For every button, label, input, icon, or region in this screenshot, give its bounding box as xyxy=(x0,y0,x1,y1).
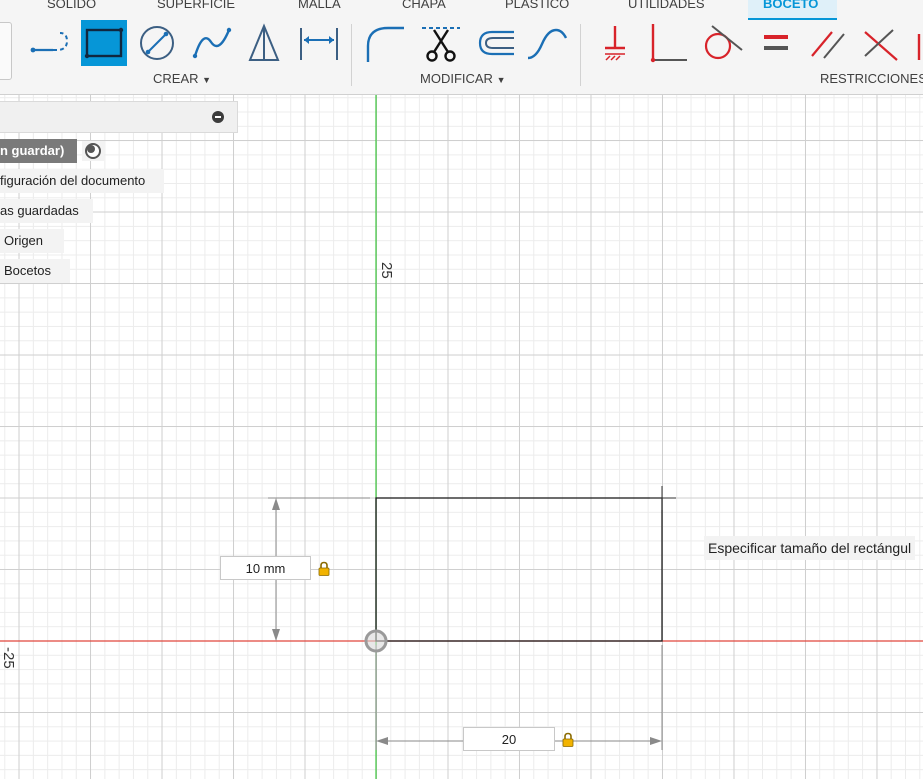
origin-point[interactable] xyxy=(364,629,388,653)
radio-dot-icon xyxy=(87,145,95,153)
axis-scale-label-negative: -25 xyxy=(0,647,17,669)
command-prompt-tooltip: Especificar tamaño del rectángul xyxy=(704,536,916,560)
document-activate-radio[interactable] xyxy=(82,141,104,161)
collapse-panel-icon[interactable] xyxy=(212,111,224,123)
axis-scale-label-positive: 25 xyxy=(378,262,395,279)
browser-item-sketches[interactable]: Bocetos xyxy=(0,259,70,283)
width-dimension-input[interactable]: 20 xyxy=(463,727,555,751)
lock-icon[interactable] xyxy=(562,732,574,747)
sketch-rectangle[interactable] xyxy=(375,497,663,642)
lock-icon[interactable] xyxy=(318,561,330,576)
browser-item-origin[interactable]: Origen xyxy=(0,229,64,253)
browser-item-document-settings[interactable]: figuración del documento xyxy=(0,169,164,193)
browser-panel-header xyxy=(0,101,238,133)
browser-item-named-views[interactable]: as guardadas xyxy=(0,199,93,223)
browser-document-node[interactable]: n guardar) xyxy=(0,139,77,163)
height-dimension-input[interactable]: 10 mm xyxy=(220,556,311,580)
